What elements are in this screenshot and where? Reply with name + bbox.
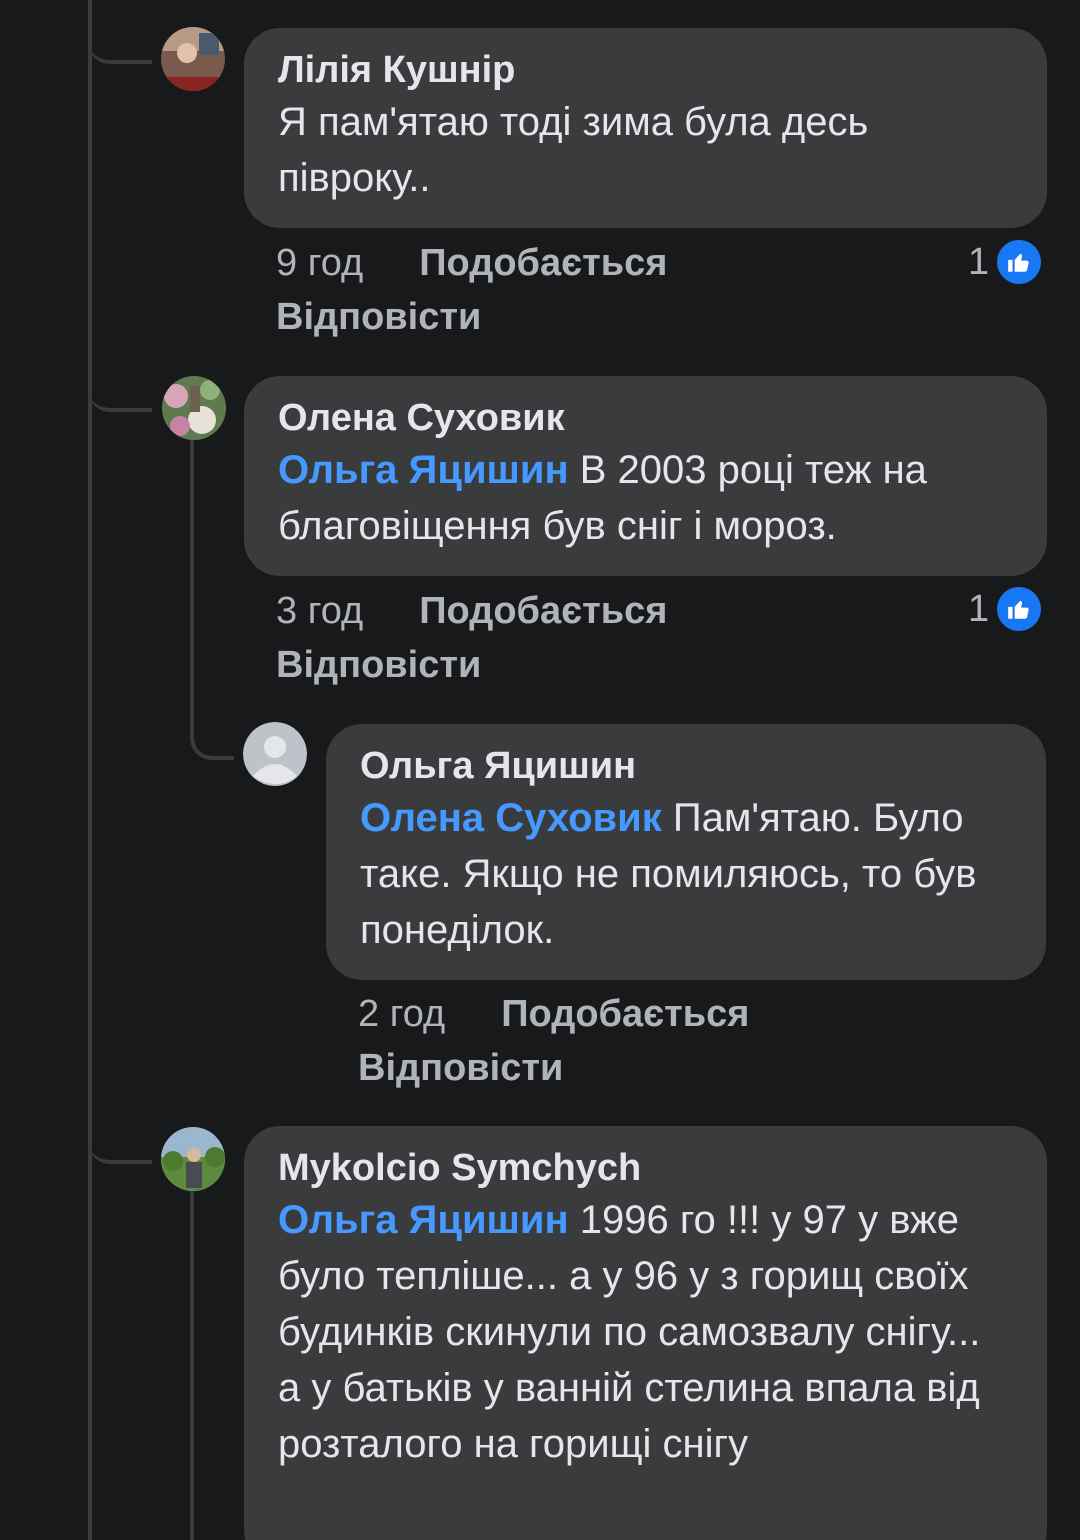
- comment-actions: 2 год Подобається Відповісти: [358, 987, 749, 1095]
- user-silhouette-icon[interactable]: [243, 722, 307, 786]
- mention-link[interactable]: Олена Суховик: [360, 796, 662, 840]
- thread-connector-1: [88, 30, 152, 64]
- reply-button[interactable]: Відповісти: [276, 290, 667, 344]
- comment-author[interactable]: Mykolcio Symchych: [278, 1144, 1013, 1192]
- avatar[interactable]: [161, 27, 225, 91]
- comment-author[interactable]: Олена Суховик: [278, 394, 1013, 442]
- reaction-summary[interactable]: 1: [968, 238, 1042, 286]
- mention-link[interactable]: Ольга Яцишин: [278, 448, 569, 492]
- thread-line-main: [88, 0, 92, 1540]
- comment-author[interactable]: Ольга Яцишин: [360, 742, 1012, 790]
- thread-line-4: [190, 1190, 194, 1540]
- thread-connector-4: [88, 1130, 152, 1164]
- thread-connector-nested: [190, 700, 234, 760]
- comment-bubble: Лілія Кушнір Я пам'ятаю тоді зима була д…: [244, 28, 1047, 228]
- comment-actions: 3 год Подобається Відповісти: [276, 584, 667, 692]
- like-button[interactable]: Подобається: [419, 590, 667, 632]
- comment-bubble: Олена Суховик Ольга Яцишин В 2003 році т…: [244, 376, 1047, 576]
- comment-text: Я пам'ятаю тоді зима була десь півроку..: [278, 94, 1013, 206]
- comment-time[interactable]: 3 год: [276, 584, 363, 638]
- like-button[interactable]: Подобається: [419, 242, 667, 284]
- reply-button[interactable]: Відповісти: [358, 1041, 749, 1095]
- comment-body: Я пам'ятаю тоді зима була десь півроку..: [278, 100, 869, 200]
- like-button[interactable]: Подобається: [501, 993, 749, 1035]
- comment-thread: Лілія Кушнір Я пам'ятаю тоді зима була д…: [0, 0, 1080, 1540]
- mention-link[interactable]: Ольга Яцишин: [278, 1198, 569, 1242]
- comment-text: Ольга Яцишин 1996 го !!! у 97 у вже було…: [278, 1192, 1013, 1472]
- reaction-count: 1: [968, 587, 990, 630]
- avatar[interactable]: [162, 376, 226, 440]
- thread-line-nested: [190, 440, 194, 710]
- comment-time[interactable]: 9 год: [276, 236, 363, 290]
- comment-time[interactable]: 2 год: [358, 987, 445, 1041]
- thumbs-up-icon: [997, 240, 1042, 284]
- reaction-count: 1: [968, 240, 990, 283]
- comment-actions: 9 год Подобається Відповісти: [276, 236, 667, 344]
- avatar[interactable]: [161, 1127, 225, 1191]
- comment-bubble: Ольга Яцишин Олена Суховик Пам'ятаю. Бул…: [326, 724, 1046, 980]
- thread-connector-2: [88, 378, 152, 412]
- comment-text: Олена Суховик Пам'ятаю. Було таке. Якщо …: [360, 790, 1012, 958]
- comment-author[interactable]: Лілія Кушнір: [278, 46, 1013, 94]
- comment-bubble: Mykolcio Symchych Ольга Яцишин 1996 го !…: [244, 1126, 1047, 1540]
- comment-text: Ольга Яцишин В 2003 році теж на благовіщ…: [278, 442, 1013, 554]
- thumbs-up-icon: [997, 587, 1042, 631]
- reply-button[interactable]: Відповісти: [276, 638, 667, 692]
- reaction-summary[interactable]: 1: [968, 585, 1042, 633]
